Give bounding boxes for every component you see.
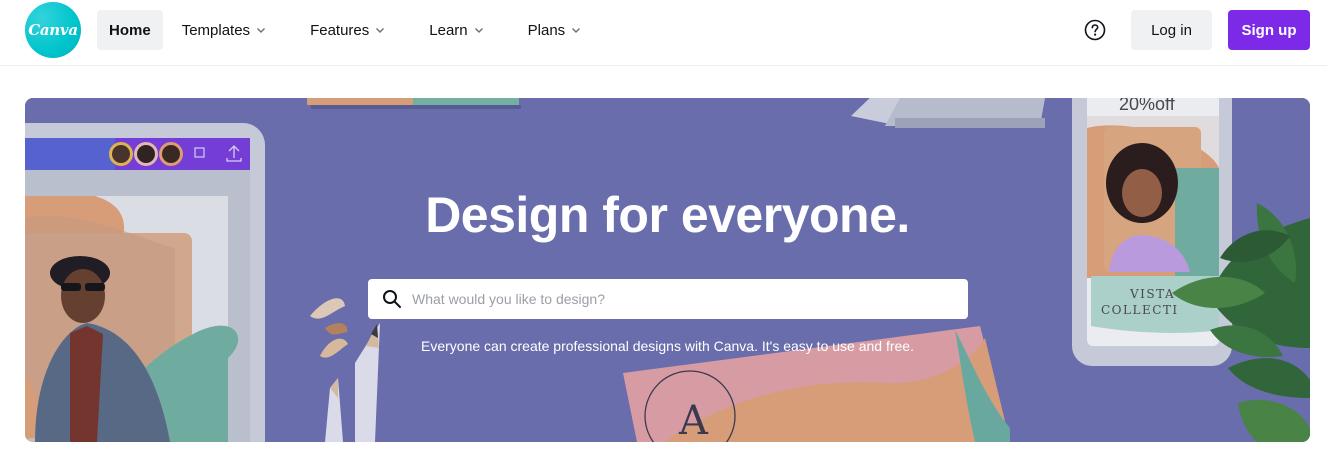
login-button[interactable]: Log in	[1131, 10, 1212, 50]
signup-button[interactable]: Sign up	[1228, 10, 1310, 50]
search-icon	[383, 290, 401, 308]
main-nav: Home Templates Features Learn Plans	[97, 10, 613, 50]
chevron-down-icon	[376, 28, 385, 33]
hero-banner: A 20%off VISTA COLLECTI Design for every…	[25, 98, 1310, 442]
hero-subtitle: Everyone can create professional designs…	[421, 338, 914, 354]
canva-logo[interactable]: Canva	[25, 2, 81, 58]
chevron-down-icon	[474, 28, 483, 33]
search-input[interactable]	[412, 280, 968, 318]
nav-item-label: Learn	[429, 21, 468, 39]
nav-item-learn[interactable]: Learn	[417, 10, 495, 50]
nav-item-label: Features	[310, 21, 370, 39]
question-circle-icon[interactable]	[1084, 19, 1106, 41]
chevron-down-icon	[572, 28, 581, 33]
nav-item-templates[interactable]: Templates	[170, 10, 278, 50]
signup-button-label: Sign up	[1241, 21, 1297, 39]
top-navigation-bar: Canva Home Templates Features Learn Plan…	[0, 0, 1327, 66]
nav-item-features[interactable]: Features	[298, 10, 397, 50]
logo-text: Canva	[28, 21, 78, 39]
login-button-label: Log in	[1151, 21, 1192, 39]
nav-item-home[interactable]: Home	[97, 10, 163, 50]
chevron-down-icon	[257, 28, 266, 33]
nav-item-plans[interactable]: Plans	[516, 10, 594, 50]
nav-item-label: Plans	[527, 21, 566, 39]
design-search-box[interactable]	[368, 279, 968, 319]
hero-background-illustration: A 20%off VISTA COLLECTI	[25, 98, 1310, 442]
hero-title: Design for everyone.	[425, 187, 910, 243]
nav-item-label: Home	[109, 21, 151, 39]
nav-item-label: Templates	[181, 21, 251, 39]
